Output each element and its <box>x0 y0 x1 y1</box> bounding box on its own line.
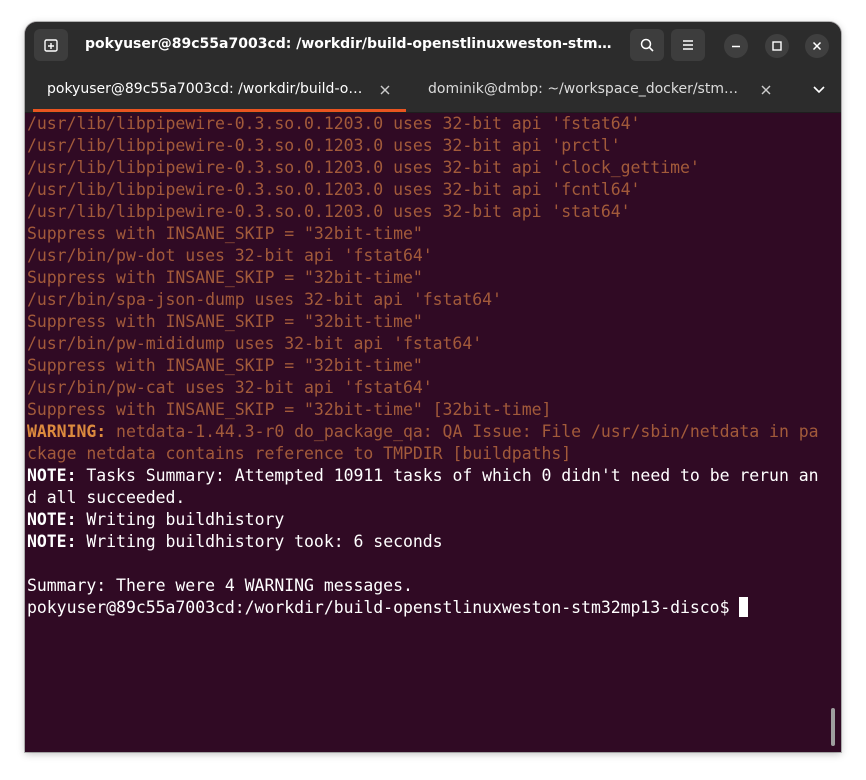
terminal-line: /usr/lib/libpipewire-0.3.so.0.1203.0 use… <box>27 114 641 133</box>
tab-pokyuser[interactable]: pokyuser@89c55a7003cd: /workdir/build-op… <box>25 68 406 112</box>
note-text: Writing buildhistory took: 6 seconds <box>76 532 443 551</box>
terminal-line: Suppress with INSANE_SKIP = "32bit-time" <box>27 312 423 331</box>
maximize-icon <box>772 41 782 51</box>
terminal-line: /usr/bin/pw-mididump uses 32-bit api 'fs… <box>27 334 483 353</box>
search-button[interactable] <box>630 29 664 61</box>
terminal-output[interactable]: /usr/lib/libpipewire-0.3.so.0.1203.0 use… <box>25 113 841 752</box>
warning-prefix: WARNING: <box>27 422 107 441</box>
terminal-line: /usr/lib/libpipewire-0.3.so.0.1203.0 use… <box>27 136 621 155</box>
tab-close-icon[interactable] <box>378 83 392 97</box>
text-cursor <box>739 597 749 617</box>
note-text: Tasks Summary: Attempted 10911 tasks of … <box>76 466 819 485</box>
hamburger-menu-icon <box>683 40 693 50</box>
close-icon <box>812 41 822 51</box>
terminal-line: Suppress with INSANE_SKIP = "32bit-time" <box>27 224 423 243</box>
active-tab-indicator <box>33 109 406 112</box>
terminal-line: Suppress with INSANE_SKIP = "32bit-time" <box>27 268 423 287</box>
terminal-line: Suppress with INSANE_SKIP = "32bit-time" <box>27 356 423 375</box>
terminal-line: Suppress with INSANE_SKIP = "32bit-time"… <box>27 400 552 419</box>
menu-button[interactable] <box>671 29 705 61</box>
note-line: NOTE: Writing buildhistory took: 6 secon… <box>27 531 443 553</box>
note-prefix: NOTE: <box>27 532 77 551</box>
terminal-line: /usr/bin/spa-json-dump uses 32-bit api '… <box>27 290 502 309</box>
tab-dominik[interactable]: dominik@dmbp: ~/workspace_docker/stm32mp… <box>406 68 787 112</box>
terminal-line: /usr/bin/pw-dot uses 32-bit api 'fstat64… <box>27 246 433 265</box>
terminal-line: /usr/lib/libpipewire-0.3.so.0.1203.0 use… <box>27 180 641 199</box>
scrollbar-thumb[interactable] <box>831 708 835 746</box>
window-title: pokyuser@89c55a7003cd: /workdir/build-op… <box>85 36 615 52</box>
title-bar: pokyuser@89c55a7003cd: /workdir/build-op… <box>25 22 841 68</box>
terminal-line: /usr/lib/libpipewire-0.3.so.0.1203.0 use… <box>27 158 700 177</box>
note-text: Writing buildhistory <box>76 510 285 529</box>
warning-line: WARNING: netdata-1.44.3-r0 do_package_qa… <box>27 421 819 443</box>
tab-label: dominik@dmbp: ~/workspace_docker/stm32mp… <box>428 81 746 97</box>
terminal-line: /usr/lib/libpipewire-0.3.so.0.1203.0 use… <box>27 202 631 221</box>
tab-label: pokyuser@89c55a7003cd: /workdir/build-op… <box>47 81 365 97</box>
warning-text: netdata-1.44.3-r0 do_package_qa: QA Issu… <box>106 422 819 441</box>
tab-close-icon[interactable] <box>759 83 773 97</box>
new-tab-icon <box>44 39 58 52</box>
prompt-line[interactable]: pokyuser@89c55a7003cd:/workdir/build-ope… <box>27 597 749 619</box>
search-icon <box>640 38 654 52</box>
shell-prompt: pokyuser@89c55a7003cd:/workdir/build-ope… <box>27 598 730 617</box>
minimize-button[interactable] <box>724 34 748 58</box>
maximize-button[interactable] <box>765 34 789 58</box>
tab-bar: pokyuser@89c55a7003cd: /workdir/build-op… <box>25 68 841 113</box>
note-prefix: NOTE: <box>27 510 77 529</box>
note-prefix: NOTE: <box>27 466 77 485</box>
terminal-line: /usr/bin/pw-cat uses 32-bit api 'fstat64… <box>27 378 433 397</box>
minimize-icon <box>732 45 740 48</box>
summary-line: Summary: There were 4 WARNING messages. <box>27 576 413 595</box>
close-window-button[interactable] <box>805 34 829 58</box>
note-line-continued: d all succeeded. <box>27 488 186 507</box>
chevron-down-icon[interactable] <box>807 82 831 98</box>
new-tab-button[interactable] <box>34 29 68 61</box>
terminal-window: pokyuser@89c55a7003cd: /workdir/build-op… <box>25 22 841 752</box>
note-line: NOTE: Tasks Summary: Attempted 10911 tas… <box>27 465 819 487</box>
note-line: NOTE: Writing buildhistory <box>27 509 284 531</box>
warning-line-continued: ckage netdata contains reference to TMPD… <box>27 444 572 463</box>
